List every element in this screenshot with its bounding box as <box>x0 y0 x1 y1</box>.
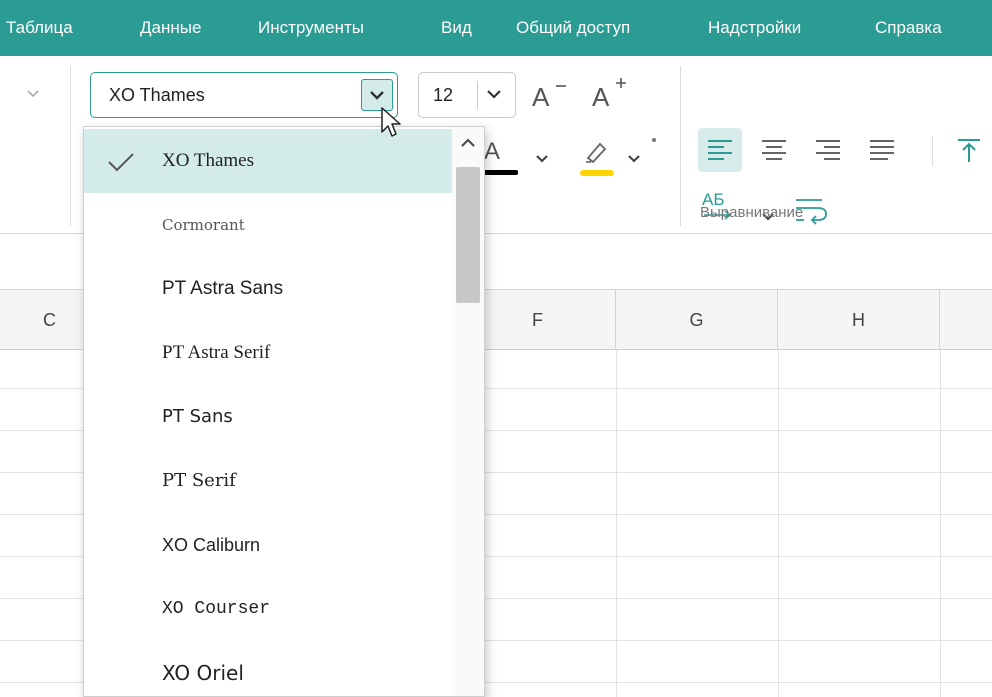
align-justify-button[interactable] <box>860 128 904 172</box>
font-option-xo-caliburn[interactable]: XO Caliburn <box>84 513 452 577</box>
align-top-button[interactable] <box>948 128 988 172</box>
font-option-label: PT Astra Serif <box>162 342 271 363</box>
menu-data[interactable]: Данные <box>140 0 201 56</box>
font-color-indicator <box>480 170 518 175</box>
align-right-icon <box>816 140 840 160</box>
chevron-down-icon[interactable] <box>485 87 503 108</box>
minus-icon <box>556 85 566 87</box>
chevron-up-icon <box>461 138 475 147</box>
menu-bar: Таблица Данные Инструменты Вид Общий дос… <box>0 0 992 56</box>
font-option-pt-astra-serif[interactable]: PT Astra Serif <box>84 321 452 385</box>
dropdown-scrollbar[interactable] <box>452 127 484 696</box>
font-color-label: A <box>484 138 501 165</box>
align-center-icon <box>762 140 786 160</box>
plus-icon <box>616 78 626 88</box>
font-name-combobox[interactable]: XO Thames <box>90 72 398 118</box>
font-option-label: PT Serif <box>162 470 236 491</box>
font-option-cormorant[interactable]: Cormorant <box>84 193 452 257</box>
font-option-label: Cormorant <box>162 216 245 234</box>
font-size-combobox[interactable]: 12 <box>418 72 516 118</box>
column-header-h[interactable]: H <box>778 290 940 350</box>
font-option-label: PT Sans <box>162 406 233 427</box>
font-option-label: XO Caliburn <box>162 535 261 555</box>
scrollbar-thumb[interactable] <box>456 167 480 303</box>
font-dropdown-list: XO Thames Cormorant PT Astra Sans PT Ast… <box>83 126 485 697</box>
align-center-button[interactable] <box>752 128 796 172</box>
align-left-button[interactable] <box>698 128 742 172</box>
menu-help[interactable]: Справка <box>875 0 942 56</box>
divider <box>932 136 933 166</box>
chevron-down-icon[interactable] <box>26 86 40 104</box>
chevron-down-icon[interactable] <box>626 152 642 170</box>
divider <box>680 66 681 226</box>
divider <box>70 66 71 226</box>
decrease-font-label: A <box>532 82 550 112</box>
column-header-i[interactable] <box>940 290 992 350</box>
highlighter-icon <box>586 142 607 164</box>
font-option-label: XO Courser <box>162 599 271 619</box>
scroll-up-button[interactable] <box>452 131 484 155</box>
menu-tools[interactable]: Инструменты <box>258 0 364 56</box>
highlight-color-button[interactable] <box>578 136 618 180</box>
divider <box>477 81 478 109</box>
mouse-cursor-icon <box>381 107 401 137</box>
font-size-value: 12 <box>433 85 454 105</box>
menu-view[interactable]: Вид <box>441 0 472 56</box>
menu-addons[interactable]: Надстройки <box>708 0 801 56</box>
font-option-label: XO Thames <box>162 150 254 171</box>
align-left-icon <box>708 140 732 160</box>
column-line <box>778 350 779 697</box>
font-option-xo-courser[interactable]: XO Courser <box>84 577 452 641</box>
checkmark-icon <box>108 153 134 172</box>
menu-table[interactable]: Таблица <box>6 0 73 56</box>
increase-font-button[interactable]: A <box>590 74 634 116</box>
highlight-color-indicator <box>580 170 614 176</box>
font-option-xo-oriel[interactable]: XO Oriel <box>84 641 452 696</box>
align-right-button[interactable] <box>806 128 850 172</box>
column-line <box>616 350 617 697</box>
font-option-label: XO Oriel <box>162 661 244 685</box>
font-option-pt-astra-sans[interactable]: PT Astra Sans <box>84 257 452 321</box>
font-name-value: XO Thames <box>109 85 205 105</box>
font-option-pt-sans[interactable]: PT Sans <box>84 385 452 449</box>
column-line <box>940 350 941 697</box>
increase-font-label: A <box>592 82 610 112</box>
decrease-font-button[interactable]: A <box>530 74 570 116</box>
font-option-pt-serif[interactable]: PT Serif <box>84 449 452 513</box>
column-header-g[interactable]: G <box>616 290 778 350</box>
align-top-icon <box>958 139 980 162</box>
menu-sharing[interactable]: Общий доступ <box>516 0 630 56</box>
font-color-button[interactable]: A <box>480 138 520 184</box>
font-option-label: PT Astra Sans <box>162 278 284 299</box>
alignment-group-label: Выравнивание <box>700 204 804 221</box>
chevron-down-icon[interactable] <box>534 152 550 170</box>
more-icon[interactable] <box>652 138 656 142</box>
align-justify-icon <box>870 140 894 160</box>
